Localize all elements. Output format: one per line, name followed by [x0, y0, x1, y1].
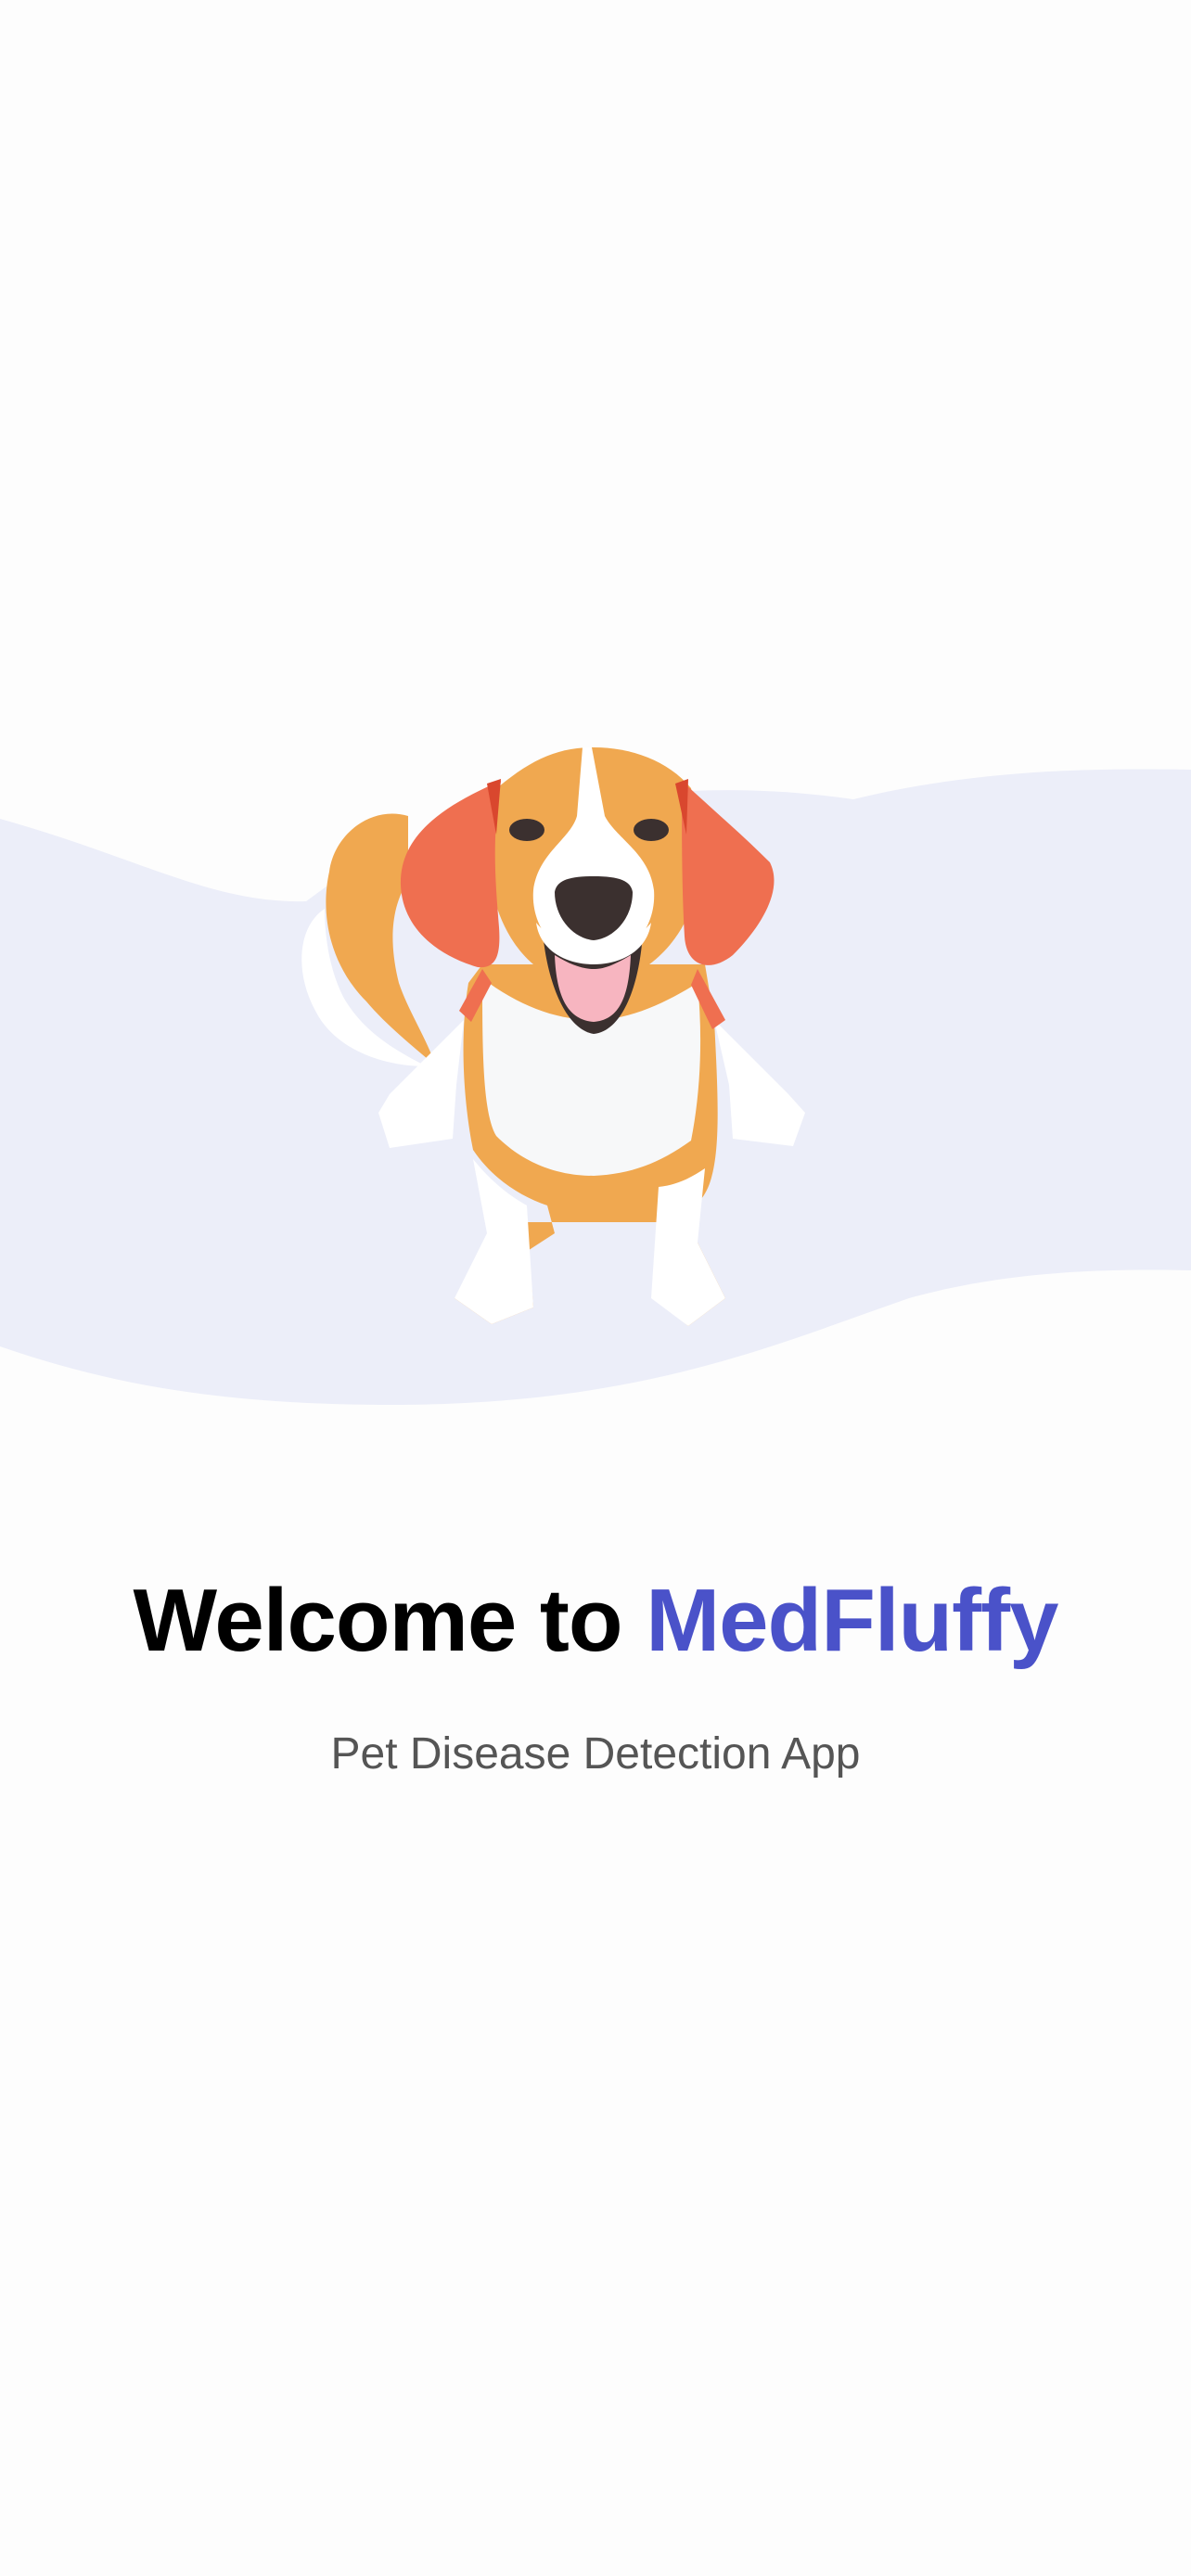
hero-wave-background [0, 747, 1191, 1405]
dog-left-eye [509, 819, 544, 841]
dog-right-eye [634, 819, 669, 841]
brand-name: MedFluffy [646, 1571, 1058, 1670]
app-subtitle: Pet Disease Detection App [330, 1729, 861, 1779]
welcome-title: Welcome to MedFluffy [0, 1576, 1191, 1665]
welcome-section: Welcome to MedFluffy Pet Disease Detecti… [0, 1576, 1191, 1777]
hero-illustration [0, 0, 1191, 1576]
welcome-title-prefix: Welcome to [133, 1571, 623, 1670]
